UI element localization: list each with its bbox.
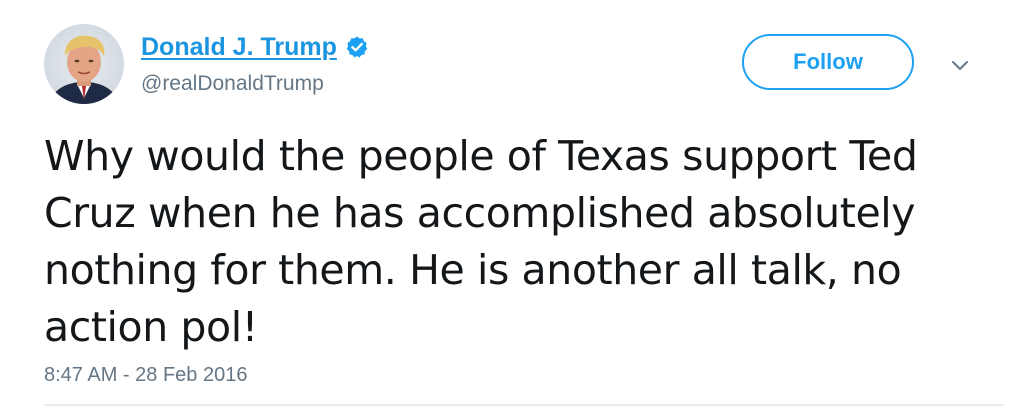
avatar-image [44,24,124,104]
divider [44,404,1004,406]
tweet-card: Donald J. Trump @realDonaldTrump Follow … [0,0,1024,410]
tweet-text: Why would the people of Texas support Te… [44,132,918,351]
user-handle[interactable]: @realDonaldTrump [141,72,324,96]
avatar[interactable] [44,24,124,104]
follow-button[interactable]: Follow [742,34,914,90]
verified-badge-icon [345,35,369,59]
display-name-link[interactable]: Donald J. Trump [141,33,337,62]
chevron-down-icon[interactable] [948,56,972,76]
tweet-timestamp[interactable]: 8:47 AM - 28 Feb 2016 [44,364,247,387]
user-name-row: Donald J. Trump [141,30,369,64]
